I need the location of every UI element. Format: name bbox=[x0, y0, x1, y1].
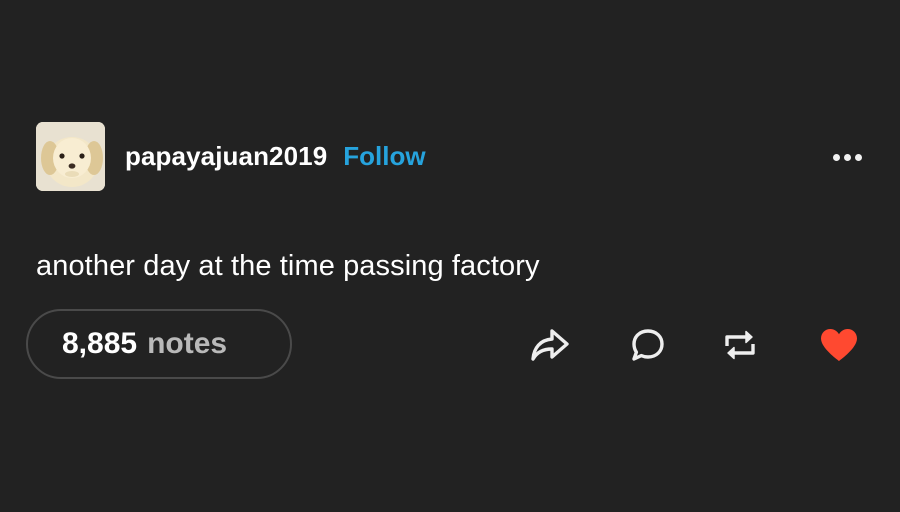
share-icon bbox=[531, 329, 569, 361]
post-text: another day at the time passing factory bbox=[36, 250, 540, 282]
more-options-button[interactable] bbox=[829, 150, 866, 165]
reblog-icon bbox=[725, 330, 755, 360]
like-button[interactable] bbox=[816, 322, 862, 368]
more-dot bbox=[855, 154, 862, 161]
follow-button[interactable]: Follow bbox=[343, 141, 425, 172]
post-actions bbox=[0, 322, 900, 368]
reply-icon bbox=[632, 329, 664, 361]
post-card: papayajuan2019 Follow another day at the… bbox=[0, 0, 900, 512]
avatar[interactable] bbox=[36, 122, 105, 191]
reblog-button[interactable] bbox=[717, 322, 763, 368]
puppy-avatar-icon bbox=[36, 122, 105, 191]
more-dot bbox=[844, 154, 851, 161]
post-header: papayajuan2019 Follow bbox=[36, 122, 426, 191]
username[interactable]: papayajuan2019 bbox=[125, 141, 327, 172]
more-dot bbox=[833, 154, 840, 161]
share-button[interactable] bbox=[527, 322, 573, 368]
heart-icon bbox=[821, 329, 857, 361]
reply-button[interactable] bbox=[625, 322, 671, 368]
